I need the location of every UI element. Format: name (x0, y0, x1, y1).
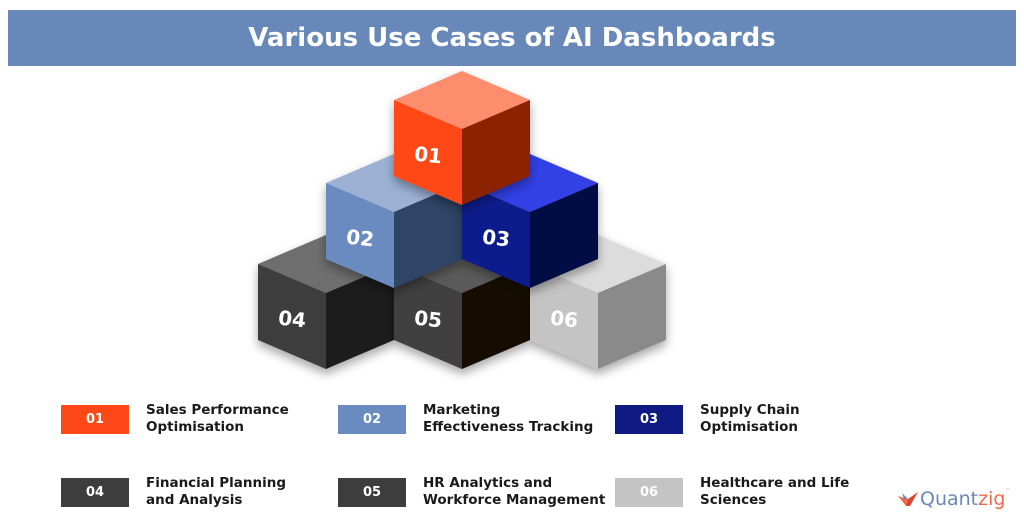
logo-trademark: ™ (1005, 488, 1011, 494)
quantzig-book-icon (898, 492, 918, 506)
cube-label-02: 02 (345, 225, 375, 252)
quantzig-logo: Quantzig™ (896, 488, 1010, 510)
logo-text-zig: zig (978, 488, 1006, 510)
legend-label: Supply Chain Optimisation (700, 402, 800, 435)
cube-pyramid: 04 05 06 02 03 01 (258, 71, 666, 369)
legend-badge: 01 (61, 404, 129, 434)
legend-item-02: 02 Marketing Effectiveness Tracking (338, 402, 623, 436)
legend-item-05: 05 HR Analytics and Workforce Management (338, 475, 623, 509)
legend-badge: 06 (615, 477, 683, 507)
legend-label: Marketing Effectiveness Tracking (423, 402, 594, 435)
cube-label-03: 03 (481, 225, 511, 252)
legend-label: Financial Planning and Analysis (146, 475, 287, 508)
legend-badge: 04 (61, 477, 129, 507)
cube-label-06: 06 (549, 306, 579, 333)
cube-label-05: 05 (413, 306, 443, 333)
legend-item-06: 06 Healthcare and Life Sciences (615, 475, 900, 509)
cube-label-01: 01 (413, 142, 443, 169)
legend-item-04: 04 Financial Planning and Analysis (61, 475, 346, 509)
logo-text-quant: Quant (920, 488, 979, 510)
legend-label: Healthcare and Life Sciences (700, 475, 850, 508)
legend-badge: 03 (615, 404, 683, 434)
legend-badge: 02 (338, 404, 406, 434)
legend-label: Sales Performance Optimisation (146, 402, 289, 435)
legend-badge: 05 (338, 477, 406, 507)
legend-label: HR Analytics and Workforce Management (423, 475, 606, 508)
legend-item-03: 03 Supply Chain Optimisation (615, 402, 900, 436)
cube-label-04: 04 (277, 306, 307, 333)
legend-item-01: 01 Sales Performance Optimisation (61, 402, 346, 436)
